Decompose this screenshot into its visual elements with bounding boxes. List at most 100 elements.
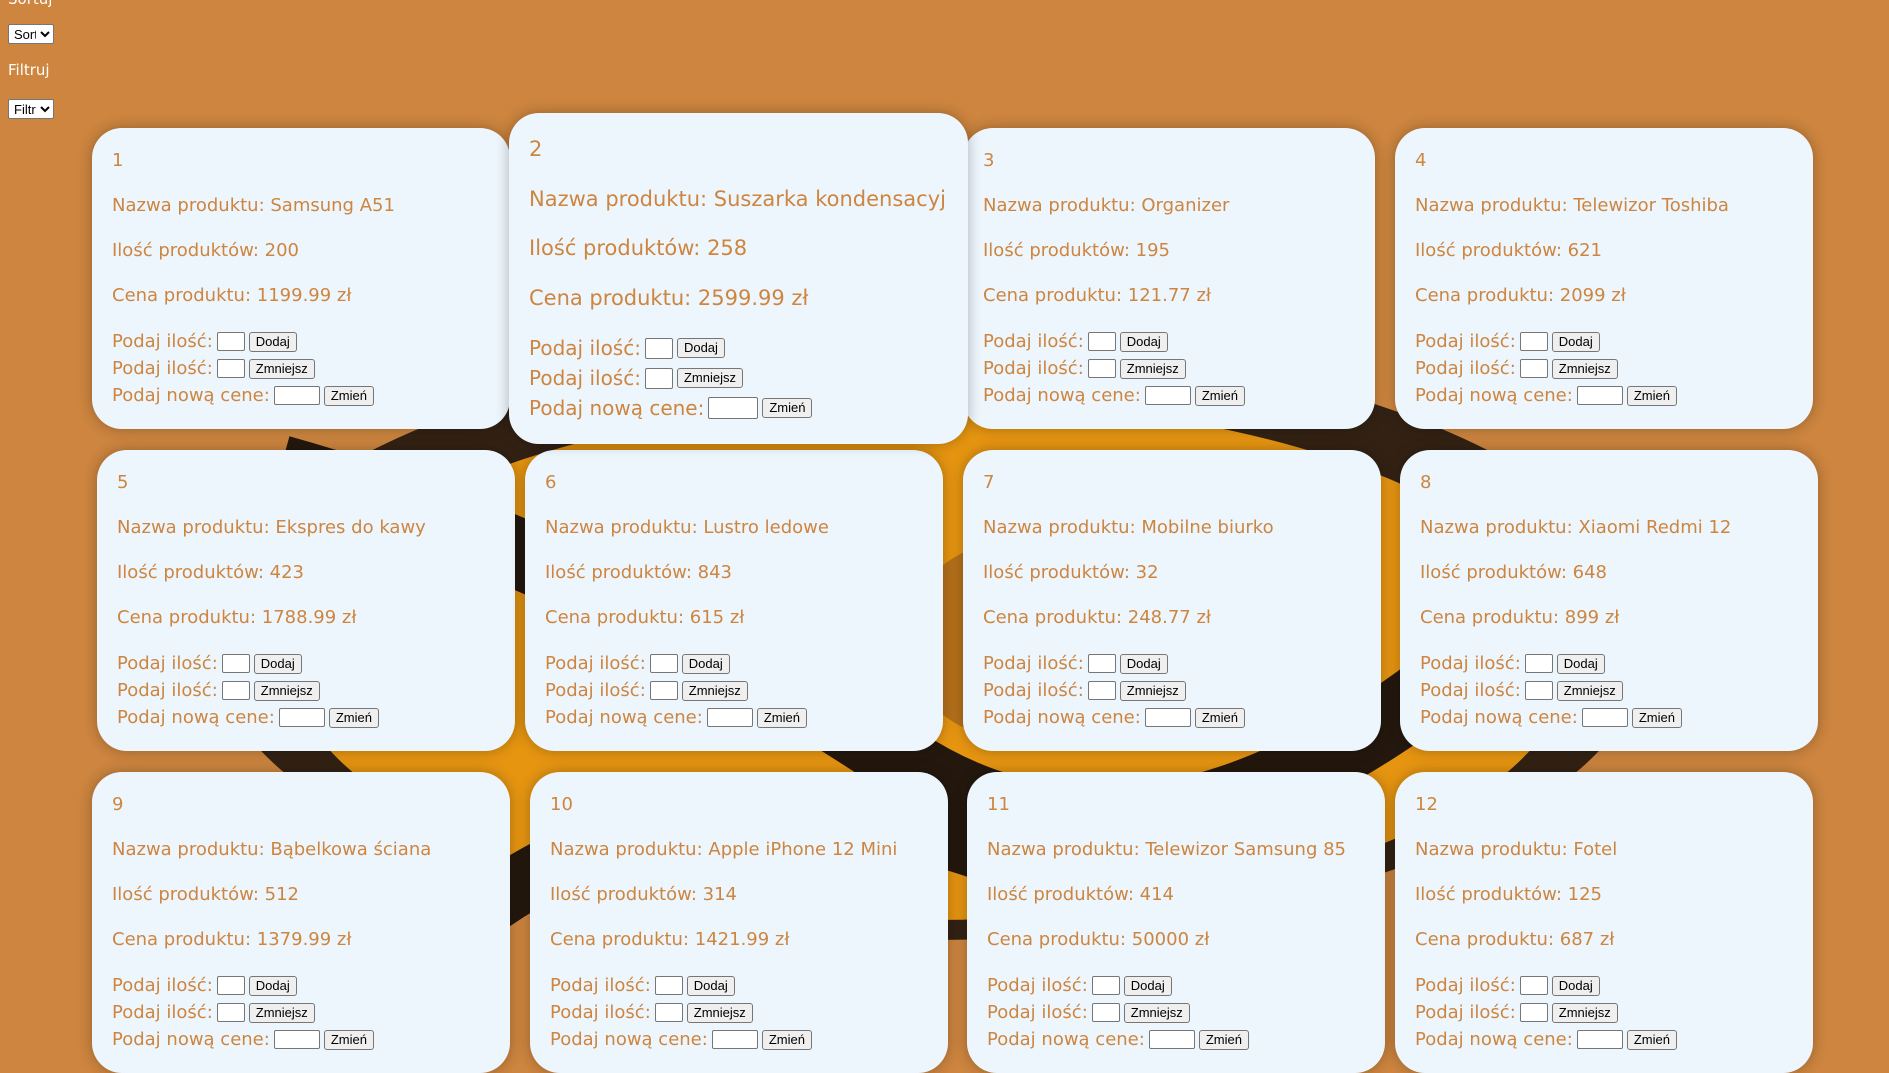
product-name: Nazwa produktu: Apple iPhone 12 Mini bbox=[550, 839, 898, 860]
add-quantity-input[interactable] bbox=[1087, 654, 1116, 673]
decrease-button[interactable]: Zmniejsz bbox=[253, 680, 320, 701]
decrease-quantity-input[interactable] bbox=[1519, 359, 1548, 378]
decrease-button[interactable]: Zmniejsz bbox=[1556, 680, 1623, 701]
filter-select[interactable]: Filtr bbox=[8, 99, 54, 119]
add-button[interactable]: Dodaj bbox=[681, 653, 730, 674]
add-quantity-input[interactable] bbox=[1519, 976, 1548, 995]
add-button[interactable]: Dodaj bbox=[1123, 975, 1172, 996]
filter-label: Filtruj bbox=[8, 61, 50, 79]
new-price-input[interactable] bbox=[708, 397, 759, 419]
change-price-button[interactable]: Zmień bbox=[762, 398, 813, 418]
product-quantity: Ilość produktów: 258 bbox=[529, 236, 748, 260]
change-price-button[interactable]: Zmień bbox=[1626, 1029, 1677, 1050]
new-price-input[interactable] bbox=[1144, 386, 1191, 405]
decrease-quantity-input[interactable] bbox=[221, 681, 250, 700]
decrease-button[interactable]: Zmniejsz bbox=[1123, 1002, 1190, 1023]
add-quantity-label: Podaj ilość: bbox=[983, 653, 1084, 674]
decrease-quantity-input[interactable] bbox=[1087, 681, 1116, 700]
decrease-quantity-input[interactable] bbox=[1519, 1003, 1548, 1022]
add-quantity-input[interactable] bbox=[1524, 654, 1553, 673]
add-quantity-input[interactable] bbox=[1087, 332, 1116, 351]
decrease-quantity-label: Podaj ilość: bbox=[987, 1002, 1088, 1023]
decrease-button[interactable]: Zmniejsz bbox=[686, 1002, 753, 1023]
product-quantity: Ilość produktów: 843 bbox=[545, 562, 732, 583]
new-price-input[interactable] bbox=[711, 1030, 758, 1049]
add-quantity-input[interactable] bbox=[216, 332, 245, 351]
decrease-quantity-input[interactable] bbox=[1091, 1003, 1120, 1022]
change-price-button[interactable]: Zmień bbox=[1194, 707, 1245, 728]
add-quantity-row: Podaj ilość: Dodaj bbox=[529, 336, 725, 360]
product-card: 7 Nazwa produktu: Mobilne biurko Ilość p… bbox=[963, 450, 1381, 751]
add-quantity-row: Podaj ilość: Dodaj bbox=[983, 653, 1168, 674]
decrease-button[interactable]: Zmniejsz bbox=[248, 1002, 315, 1023]
decrease-button[interactable]: Zmniejsz bbox=[676, 368, 743, 388]
add-button[interactable]: Dodaj bbox=[676, 338, 725, 358]
decrease-button[interactable]: Zmniejsz bbox=[1119, 358, 1186, 379]
product-card: 9 Nazwa produktu: Bąbelkowa ściana Ilość… bbox=[92, 772, 510, 1073]
decrease-quantity-input[interactable] bbox=[1524, 681, 1553, 700]
product-id: 10 bbox=[550, 794, 573, 815]
decrease-button[interactable]: Zmniejsz bbox=[681, 680, 748, 701]
new-price-input[interactable] bbox=[1581, 708, 1628, 727]
new-price-input[interactable] bbox=[706, 708, 753, 727]
decrease-quantity-label: Podaj ilość: bbox=[529, 366, 641, 390]
sort-select[interactable]: Sort bbox=[8, 24, 54, 44]
change-price-button[interactable]: Zmień bbox=[1626, 385, 1677, 406]
decrease-quantity-input[interactable] bbox=[654, 1003, 683, 1022]
decrease-button[interactable]: Zmniejsz bbox=[248, 358, 315, 379]
add-button[interactable]: Dodaj bbox=[248, 975, 297, 996]
new-price-input[interactable] bbox=[1148, 1030, 1195, 1049]
new-price-input[interactable] bbox=[273, 386, 320, 405]
change-price-row: Podaj nową cene: Zmień bbox=[983, 707, 1245, 728]
decrease-quantity-input[interactable] bbox=[216, 1003, 245, 1022]
new-price-input[interactable] bbox=[273, 1030, 320, 1049]
add-button[interactable]: Dodaj bbox=[1556, 653, 1605, 674]
add-quantity-input[interactable] bbox=[221, 654, 250, 673]
decrease-quantity-input[interactable] bbox=[1087, 359, 1116, 378]
new-price-input[interactable] bbox=[1144, 708, 1191, 727]
product-name: Nazwa produktu: Bąbelkowa ściana bbox=[112, 839, 432, 860]
add-quantity-input[interactable] bbox=[649, 654, 678, 673]
change-price-button[interactable]: Zmień bbox=[328, 707, 379, 728]
add-quantity-input[interactable] bbox=[1519, 332, 1548, 351]
decrease-button[interactable]: Zmniejsz bbox=[1551, 1002, 1618, 1023]
decrease-quantity-input[interactable] bbox=[644, 367, 673, 389]
change-price-button[interactable]: Zmień bbox=[1631, 707, 1682, 728]
decrease-button[interactable]: Zmniejsz bbox=[1119, 680, 1186, 701]
product-quantity: Ilość produktów: 200 bbox=[112, 240, 299, 261]
decrease-quantity-input[interactable] bbox=[216, 359, 245, 378]
add-button[interactable]: Dodaj bbox=[1551, 331, 1600, 352]
product-quantity: Ilość produktów: 195 bbox=[983, 240, 1170, 261]
decrease-quantity-input[interactable] bbox=[649, 681, 678, 700]
add-quantity-input[interactable] bbox=[1091, 976, 1120, 995]
change-price-button[interactable]: Zmień bbox=[756, 707, 807, 728]
add-quantity-input[interactable] bbox=[216, 976, 245, 995]
add-button[interactable]: Dodaj bbox=[686, 975, 735, 996]
change-price-button[interactable]: Zmień bbox=[323, 1029, 374, 1050]
change-price-button[interactable]: Zmień bbox=[761, 1029, 812, 1050]
change-price-label: Podaj nową cene: bbox=[1415, 385, 1573, 406]
change-price-row: Podaj nową cene: Zmień bbox=[117, 707, 379, 728]
change-price-row: Podaj nową cene: Zmień bbox=[550, 1029, 812, 1050]
change-price-button[interactable]: Zmień bbox=[323, 385, 374, 406]
decrease-quantity-label: Podaj ilość: bbox=[112, 358, 213, 379]
new-price-input[interactable] bbox=[1576, 386, 1623, 405]
change-price-button[interactable]: Zmień bbox=[1194, 385, 1245, 406]
product-price: Cena produktu: 2099 zł bbox=[1415, 285, 1626, 306]
product-card: 12 Nazwa produktu: Fotel Ilość produktów… bbox=[1395, 772, 1813, 1073]
add-button[interactable]: Dodaj bbox=[253, 653, 302, 674]
add-quantity-input[interactable] bbox=[644, 337, 673, 359]
product-price: Cena produktu: 50000 zł bbox=[987, 929, 1210, 950]
add-quantity-input[interactable] bbox=[654, 976, 683, 995]
add-button[interactable]: Dodaj bbox=[1119, 331, 1168, 352]
product-quantity: Ilość produktów: 125 bbox=[1415, 884, 1602, 905]
decrease-button[interactable]: Zmniejsz bbox=[1551, 358, 1618, 379]
new-price-input[interactable] bbox=[278, 708, 325, 727]
product-id: 6 bbox=[545, 472, 557, 493]
add-button[interactable]: Dodaj bbox=[1119, 653, 1168, 674]
add-button[interactable]: Dodaj bbox=[1551, 975, 1600, 996]
new-price-input[interactable] bbox=[1576, 1030, 1623, 1049]
decrease-quantity-label: Podaj ilość: bbox=[1415, 1002, 1516, 1023]
change-price-button[interactable]: Zmień bbox=[1198, 1029, 1249, 1050]
add-button[interactable]: Dodaj bbox=[248, 331, 297, 352]
